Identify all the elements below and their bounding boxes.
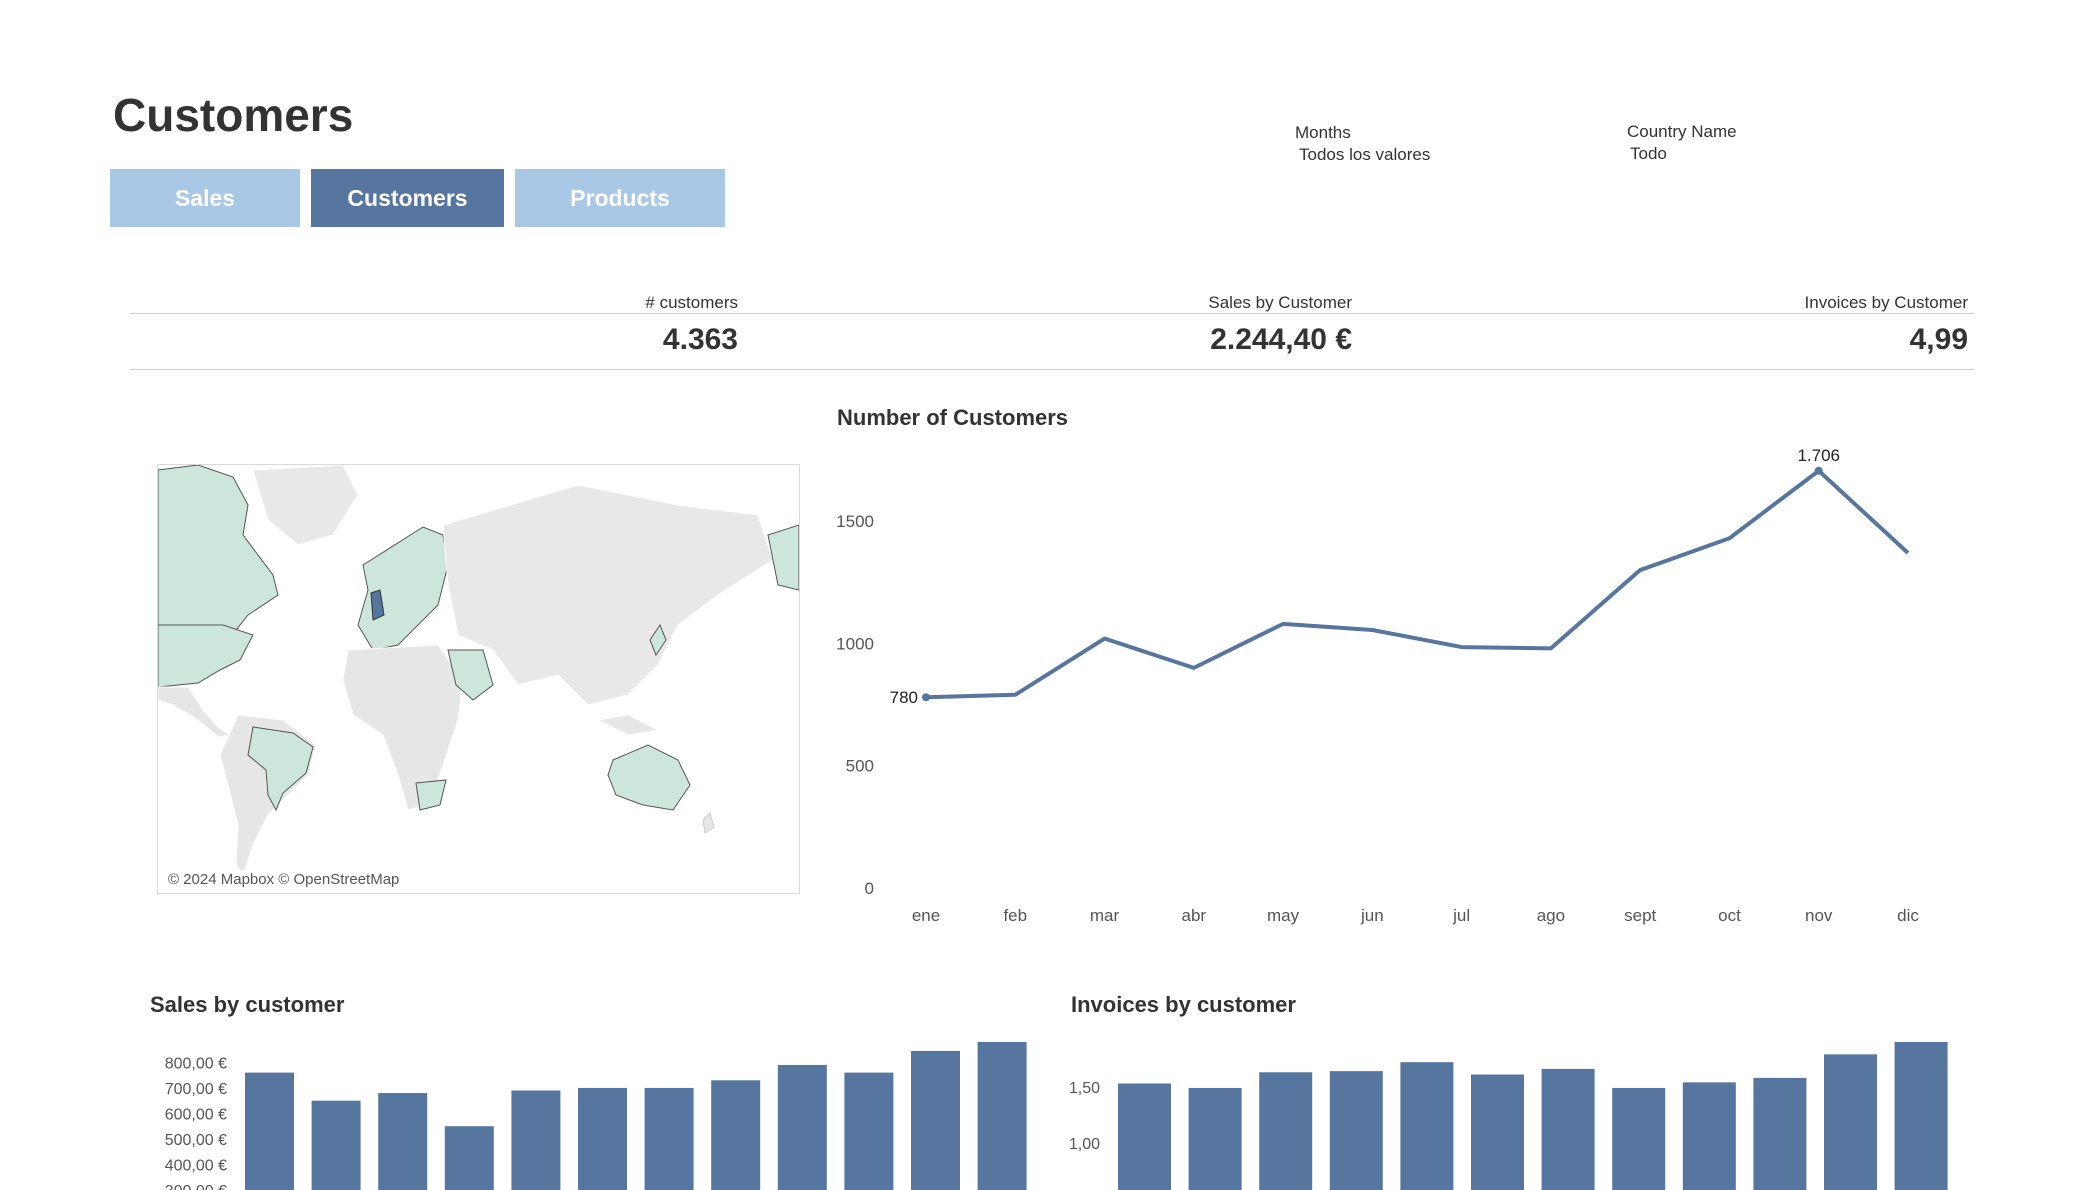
- bar-y-tick-label: 400,00 €: [165, 1157, 227, 1174]
- bar-nov[interactable]: [911, 1050, 960, 1190]
- bar-ene[interactable]: [245, 1072, 294, 1190]
- line-x-tick-label: oct: [1718, 906, 1741, 925]
- bar-ene[interactable]: [1118, 1083, 1171, 1190]
- invoices-bar-chart[interactable]: 1,50 1,00: [1060, 1030, 1960, 1190]
- bar-oct[interactable]: [844, 1072, 894, 1190]
- tab-products[interactable]: Products: [515, 169, 725, 227]
- line-y-tick-label: 1000: [836, 634, 874, 653]
- map-land-greenland[interactable]: [252, 465, 359, 546]
- bar-y-tick-label: 300,00 €: [165, 1183, 227, 1190]
- bar-mar[interactable]: [1259, 1072, 1313, 1190]
- map-land-europe[interactable]: [357, 526, 449, 651]
- line-x-tick-label: ago: [1537, 906, 1565, 925]
- line-point[interactable]: [922, 693, 930, 702]
- line-data-label-max: 1.706: [1797, 446, 1840, 465]
- tab-sales[interactable]: Sales: [110, 169, 300, 227]
- line-chart-title: Number of Customers: [837, 405, 1069, 430]
- tab-customers[interactable]: Customers: [311, 169, 504, 227]
- page-title: Customers: [113, 89, 354, 141]
- bar-sept[interactable]: [1682, 1082, 1736, 1190]
- line-point[interactable]: [1814, 466, 1823, 475]
- months-filter-label: Months: [1295, 123, 1351, 142]
- line-x-tick-label: may: [1267, 906, 1300, 925]
- line-x-tick-label: jun: [1360, 906, 1384, 925]
- invoices-bar-chart-title: Invoices by customer: [1071, 992, 1296, 1017]
- line-x-tick-label: mar: [1090, 906, 1120, 925]
- map-credit: © 2024 Mapbox © OpenStreetMap: [164, 870, 404, 889]
- line-data-label-first: 780: [890, 688, 918, 707]
- bar-y-tick-label: 500,00 €: [165, 1132, 227, 1149]
- bar-jun[interactable]: [1471, 1074, 1524, 1190]
- line-y-tick-label: 0: [865, 879, 874, 898]
- line-x-tick-label: feb: [1003, 906, 1027, 925]
- kpi-invoices-by-customer-label: Invoices by Customer: [1804, 293, 1968, 312]
- kpi-sales-by-customer-label: Sales by Customer: [1208, 293, 1352, 312]
- map-land-wrap[interactable]: [767, 524, 799, 591]
- map-land-mexico[interactable]: [158, 686, 232, 738]
- map-land-new-zealand[interactable]: [702, 812, 715, 834]
- bar-feb[interactable]: [311, 1100, 361, 1190]
- line-chart[interactable]: 0 500 1000 1500 ene feb mar abr may jun jul ago sep…: [820, 440, 2000, 930]
- line-x-tick-label: jul: [1452, 906, 1470, 925]
- kpi-customers-label: # customers: [645, 293, 738, 312]
- bar-may[interactable]: [511, 1090, 561, 1190]
- line-y-tick-label: 1500: [836, 512, 874, 531]
- months-filter[interactable]: Months Todos los valores: [1295, 123, 1430, 165]
- kpi-sales-by-customer-value: 2.244,40 €: [1210, 323, 1352, 356]
- line-y-tick-label: 500: [846, 757, 874, 776]
- world-map-canvas: [158, 465, 799, 877]
- bar-jul[interactable]: [1541, 1068, 1595, 1190]
- line-x-tick-label: abr: [1182, 906, 1207, 925]
- bar-nov[interactable]: [1824, 1054, 1877, 1190]
- bar-may[interactable]: [1400, 1062, 1454, 1190]
- bar-dic[interactable]: [1894, 1042, 1948, 1190]
- bar-oct[interactable]: [1753, 1077, 1807, 1190]
- bar-jul[interactable]: [644, 1087, 694, 1190]
- bar-feb[interactable]: [1188, 1087, 1242, 1190]
- map-country-usa[interactable]: [158, 624, 254, 688]
- kpi-invoices-by-customer-value: 4,99: [1909, 323, 1968, 356]
- country-filter-label: Country Name: [1627, 122, 1737, 141]
- map-land-indonesia[interactable]: [596, 714, 660, 736]
- bar-ago[interactable]: [711, 1080, 761, 1190]
- line-x-tick-label: dic: [1897, 906, 1919, 925]
- bar-abr[interactable]: [444, 1126, 494, 1190]
- bar-y-tick-label: 600,00 €: [165, 1106, 227, 1123]
- map-land-asia[interactable]: [442, 484, 774, 706]
- bar-mar[interactable]: [378, 1093, 428, 1190]
- line-x-tick-label: sept: [1624, 906, 1656, 925]
- map-country-australia[interactable]: [607, 744, 691, 811]
- country-filter[interactable]: Country Name Todo: [1627, 122, 1737, 164]
- kpi-divider-bottom: [130, 369, 1975, 370]
- bar-jun[interactable]: [578, 1087, 627, 1190]
- kpi-divider-top: [130, 313, 1975, 314]
- sales-bar-chart-title: Sales by customer: [150, 992, 345, 1017]
- sales-bar-chart[interactable]: 800,00 € 700,00 € 600,00 € 500,00 € 400,00 €…: [140, 1030, 1040, 1190]
- bar-y-tick-label: 800,00 €: [165, 1055, 227, 1072]
- world-map[interactable]: © 2024 Mapbox © OpenStreetMap: [157, 464, 800, 894]
- line-x-tick-label: ene: [912, 906, 940, 925]
- bar-dic[interactable]: [977, 1042, 1027, 1190]
- months-filter-value[interactable]: Todos los valores: [1299, 145, 1430, 165]
- bar-sept[interactable]: [777, 1064, 827, 1190]
- kpi-customers-value: 4.363: [662, 323, 738, 356]
- bar-y-tick-label: 1,00: [1069, 1136, 1100, 1153]
- country-filter-value[interactable]: Todo: [1630, 144, 1737, 164]
- bar-ago[interactable]: [1612, 1087, 1666, 1190]
- line-x-tick-label: nov: [1805, 906, 1833, 925]
- bar-y-tick-label: 700,00 €: [165, 1081, 227, 1098]
- map-country-south-africa[interactable]: [415, 779, 447, 811]
- bar-y-tick-label: 1,50: [1069, 1080, 1100, 1097]
- line-series-customers: [925, 468, 1910, 700]
- bar-abr[interactable]: [1329, 1071, 1383, 1190]
